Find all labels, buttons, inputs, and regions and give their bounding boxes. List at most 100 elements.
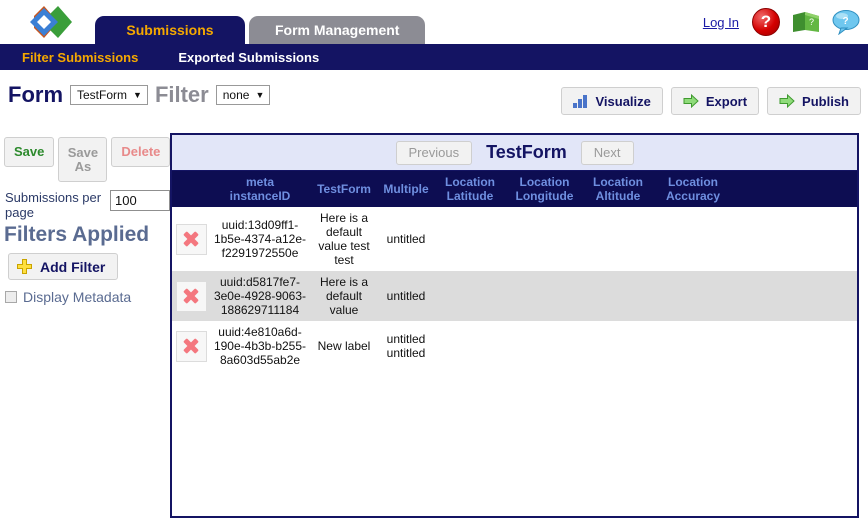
svg-text:?: ? <box>809 17 814 27</box>
save-as-button[interactable]: Save As <box>58 137 108 182</box>
add-filter-label: Add Filter <box>40 258 106 275</box>
cell-altitude <box>583 207 653 271</box>
form-select-value: TestForm <box>77 88 128 102</box>
cell-accuracy <box>653 207 733 271</box>
filter-select-value: none <box>222 88 250 102</box>
main-tabs: Submissions Form Management <box>95 16 426 44</box>
filter-buttons: Save Save As Delete <box>0 133 171 182</box>
cell-longitude <box>506 321 583 371</box>
bar-chart-icon <box>573 94 588 108</box>
display-metadata-row: Display Metadata <box>0 280 170 305</box>
filter-sidebar: Save Save As Delete Submissions per page… <box>0 133 171 305</box>
cell-testform: Here is a default value <box>310 271 378 321</box>
col-instance-id[interactable]: meta instanceID <box>210 171 310 207</box>
publish-button[interactable]: Publish <box>767 87 861 115</box>
cell-accuracy <box>653 321 733 371</box>
display-metadata-label: Display Metadata <box>23 289 132 305</box>
cell-longitude <box>506 271 583 321</box>
chevron-down-icon: ▼ <box>133 90 142 100</box>
cell-testform: Here is a default value test test <box>318 211 370 267</box>
col-testform[interactable]: TestForm <box>310 171 378 207</box>
cell-instance-id: uuid:4e810a6d-190e-4b3b-b255-8a603d55ab2… <box>213 325 307 367</box>
cell-accuracy <box>653 271 733 321</box>
cell-spacer <box>733 207 857 271</box>
cell-testform: New label <box>317 339 371 353</box>
delete-row-button[interactable] <box>175 280 207 312</box>
form-label: Form <box>8 82 63 107</box>
table-body: uuid:13d09ff1-1b5e-4374-a12e-f2291972550… <box>172 207 857 371</box>
table-header-row: meta instanceID TestForm Multiple Locati… <box>172 171 857 207</box>
delete-filter-button[interactable]: Delete <box>111 137 171 167</box>
panel-title: TestForm <box>486 142 567 162</box>
delete-cell <box>172 321 210 371</box>
submissions-per-page-label: Submissions per page <box>5 190 102 220</box>
submissions-per-page: Submissions per page <box>0 182 170 220</box>
green-arrow-icon <box>683 93 699 109</box>
cell-multiple: untitled untitled <box>386 332 426 360</box>
col-delete <box>172 171 210 207</box>
cell-altitude <box>583 271 653 321</box>
add-filter-button[interactable]: Add Filter <box>8 253 119 280</box>
cell-altitude <box>583 321 653 371</box>
svg-text:?: ? <box>843 16 849 27</box>
delete-cell <box>172 271 210 321</box>
login-link[interactable]: Log In <box>703 15 739 30</box>
tab-form-management-label: Form Management <box>275 22 400 38</box>
col-location-altitude[interactable]: Location Altitude <box>583 171 653 207</box>
previous-button[interactable]: Previous <box>395 140 473 165</box>
form-select[interactable]: TestForm ▼ <box>70 85 148 105</box>
col-spacer <box>733 171 857 207</box>
cell-spacer <box>733 271 857 321</box>
filter-select[interactable]: none ▼ <box>215 85 271 105</box>
help-circle-icon[interactable]: ? <box>752 8 780 36</box>
odk-logo <box>14 2 92 42</box>
cell-spacer <box>733 321 857 371</box>
app-header: Submissions Form Management Log In ? ? ? <box>0 0 868 44</box>
help-circle-glyph: ? <box>760 12 772 31</box>
close-icon <box>183 338 200 355</box>
cell-latitude <box>434 207 506 271</box>
delete-cell <box>172 207 210 271</box>
cell-latitude <box>434 321 506 371</box>
delete-row-button[interactable] <box>175 223 207 255</box>
submissions-table: meta instanceID TestForm Multiple Locati… <box>172 171 857 371</box>
page-root: Submissions Form Management Log In ? ? ?… <box>0 0 868 518</box>
green-arrow-icon <box>779 93 795 109</box>
subnav-item-exported-submissions[interactable]: Exported Submissions <box>178 50 319 65</box>
export-button[interactable]: Export <box>670 87 760 115</box>
filters-applied-title: Filters Applied <box>4 223 150 246</box>
col-location-accuracy[interactable]: Location Accuracy <box>653 171 733 207</box>
visualize-button[interactable]: Visualize <box>561 87 663 115</box>
cell-instance-id: uuid:13d09ff1-1b5e-4374-a12e-f2291972550… <box>213 218 307 260</box>
chat-bubble-icon[interactable]: ? <box>832 9 860 36</box>
publish-label: Publish <box>802 93 849 109</box>
form-filter-selectors: Form TestForm ▼ Filter none ▼ <box>8 82 271 108</box>
submissions-panel: Previous TestForm Next meta instanceID T… <box>170 133 859 518</box>
display-metadata-checkbox[interactable] <box>5 291 17 303</box>
cell-latitude <box>434 271 506 321</box>
book-icon[interactable]: ? <box>791 10 821 34</box>
col-location-latitude[interactable]: Location Latitude <box>434 171 506 207</box>
table-row: uuid:13d09ff1-1b5e-4374-a12e-f2291972550… <box>172 207 857 271</box>
subnav-item-filter-submissions[interactable]: Filter Submissions <box>22 50 138 65</box>
table-row: uuid:4e810a6d-190e-4b3b-b255-8a603d55ab2… <box>172 321 857 371</box>
col-multiple[interactable]: Multiple <box>378 171 434 207</box>
tab-submissions[interactable]: Submissions <box>95 16 245 44</box>
chevron-down-icon: ▼ <box>255 90 265 100</box>
cell-multiple: untitled <box>386 232 426 246</box>
tab-form-management[interactable]: Form Management <box>249 16 426 44</box>
cell-longitude <box>506 207 583 271</box>
sub-navigation: Filter Submissions Exported Submissions <box>0 44 868 70</box>
header-actions: Log In ? ? ? <box>703 8 860 36</box>
delete-row-button[interactable] <box>175 330 207 362</box>
next-button[interactable]: Next <box>580 140 634 165</box>
cell-instance-id: uuid:d5817fe7-3e0e-4928-9063-18862971118… <box>210 271 310 321</box>
visualize-label: Visualize <box>595 93 651 109</box>
cell-multiple: untitled <box>378 271 434 321</box>
save-button[interactable]: Save <box>4 137 55 167</box>
submissions-per-page-input[interactable] <box>110 190 170 211</box>
col-location-longitude[interactable]: Location Longitude <box>506 171 583 207</box>
tab-submissions-label: Submissions <box>126 22 214 38</box>
close-icon <box>183 231 200 248</box>
close-icon <box>183 288 200 305</box>
